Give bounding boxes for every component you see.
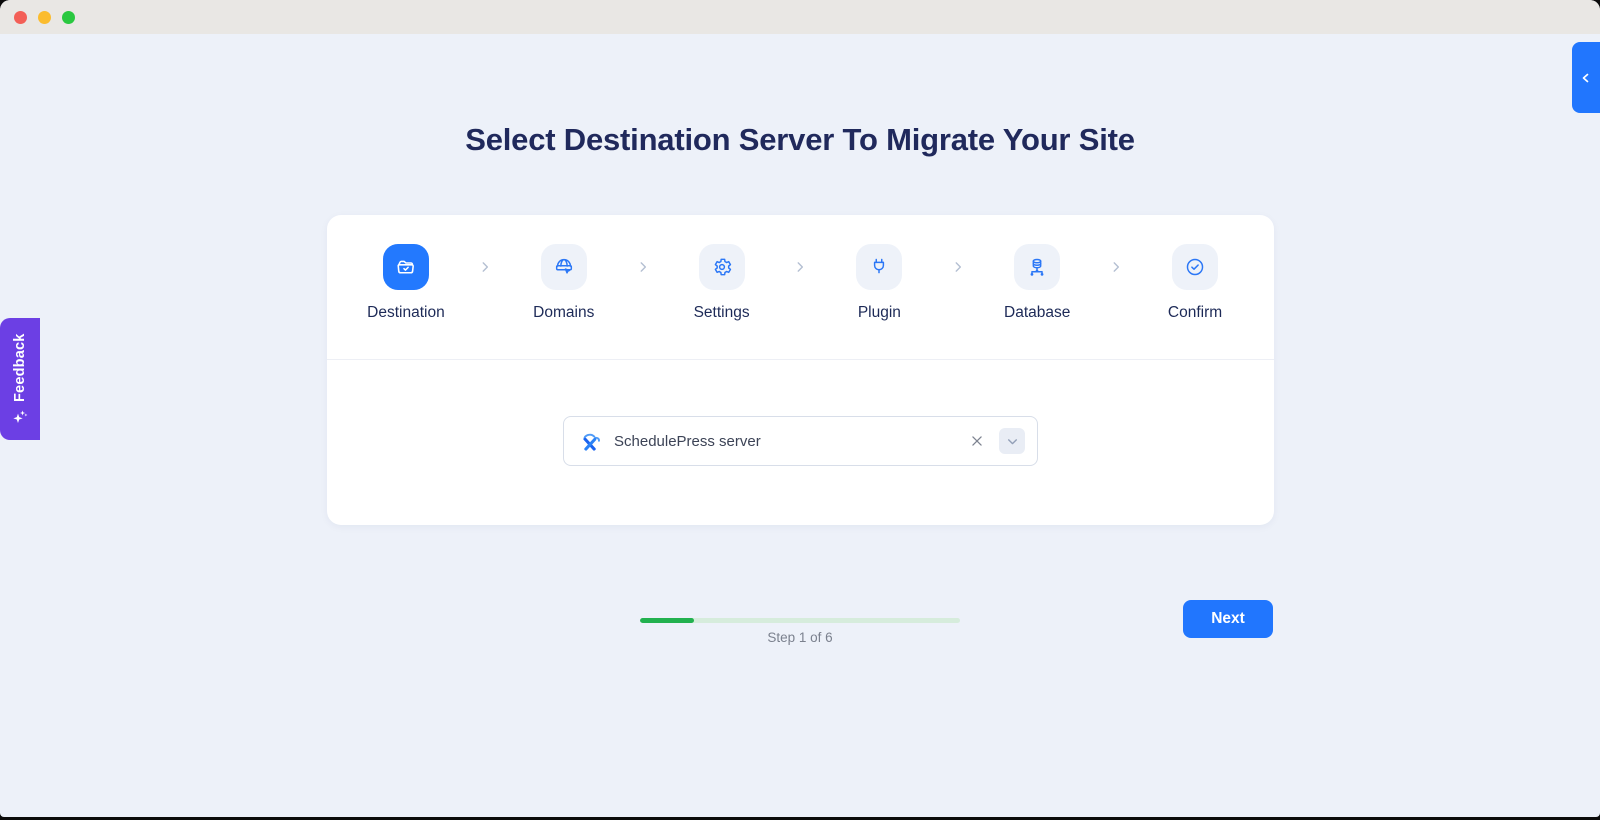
page-title: Select Destination Server To Migrate You… [465, 122, 1135, 157]
plug-icon [874, 258, 885, 274]
app-window: Select Destination Server To Migrate You… [0, 0, 1600, 817]
titlebar [0, 0, 1600, 34]
stepper-step-destination[interactable]: Destination [327, 244, 485, 322]
step-tile [540, 244, 587, 290]
feedback-button[interactable]: Feedback [0, 318, 40, 440]
maximize-window-button[interactable] [62, 11, 75, 24]
stepper-step-confirm[interactable]: Confirm [1116, 244, 1274, 322]
step-tile-active [382, 244, 429, 290]
progress-step-label: Step 1 of 6 [767, 630, 833, 645]
progress-bar [640, 618, 960, 623]
stepper-step-database[interactable]: Database [958, 244, 1116, 322]
next-button[interactable]: Next [1183, 600, 1273, 638]
stepper-step-plugin[interactable]: Plugin [800, 244, 958, 322]
folder-check-icon [397, 260, 414, 274]
check-circle-icon [1186, 258, 1204, 276]
chevron-down-icon[interactable] [999, 428, 1025, 454]
step-label: Settings [693, 304, 750, 321]
minimize-window-button[interactable] [38, 11, 51, 24]
stepper-step-domains[interactable]: Domains [485, 244, 643, 322]
panel-toggle-button[interactable] [1572, 42, 1600, 113]
step-tile [856, 244, 903, 290]
step-label: Database [1004, 304, 1071, 321]
step-label: Domains [533, 304, 595, 321]
database-icon [1030, 258, 1044, 276]
step-label: Plugin [857, 304, 901, 321]
select-value: SchedulePress server [614, 432, 761, 450]
migration-wizard-card: Destination Domains Settings Plugin Data… [327, 215, 1274, 525]
sparkles-icon [13, 410, 28, 423]
step-tile [698, 244, 745, 290]
chevron-left-icon [1582, 73, 1589, 82]
globe-cursor-icon [555, 258, 572, 274]
step-label: Destination [367, 304, 445, 321]
wizard-stepper: Destination Domains Settings Plugin Data… [327, 215, 1274, 360]
gear-icon [714, 258, 731, 276]
close-window-button[interactable] [14, 11, 27, 24]
xcloud-logo-icon [577, 428, 604, 455]
destination-server-select[interactable]: SchedulePress server [563, 416, 1038, 466]
step-label: Confirm [1167, 304, 1223, 321]
progress-fill [640, 618, 695, 623]
close-icon[interactable] [968, 432, 986, 450]
stepper-step-settings[interactable]: Settings [643, 244, 801, 322]
feedback-label: Feedback [12, 333, 28, 402]
select-row: SchedulePress server [327, 416, 1274, 466]
step-tile [1014, 244, 1061, 290]
step-tile [1172, 244, 1219, 290]
